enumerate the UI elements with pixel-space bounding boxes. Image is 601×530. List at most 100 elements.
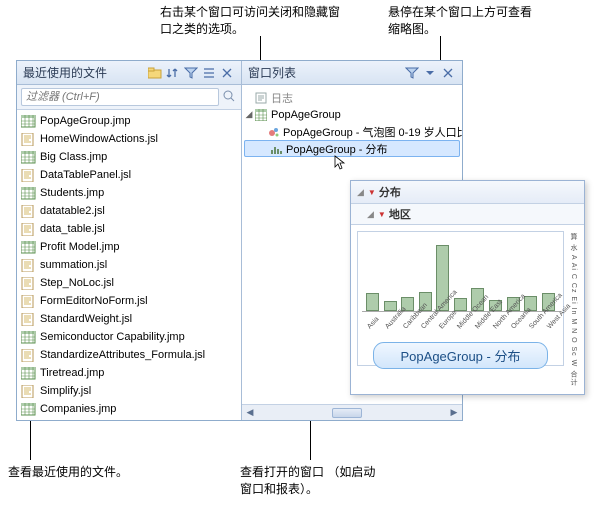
- file-icon: [21, 349, 36, 362]
- chart-xlabel: Caribbean: [402, 316, 416, 330]
- thumbnail-title: 分布: [379, 184, 401, 200]
- file-item[interactable]: DataTablePanel.jsl: [17, 166, 241, 184]
- file-item[interactable]: StandardWeight.jsl: [17, 310, 241, 328]
- filter-row: [17, 85, 241, 110]
- file-item[interactable]: Simplify.jsl: [17, 382, 241, 400]
- file-name: Semiconductor Capability.jmp: [40, 331, 185, 343]
- disclosure-icon[interactable]: ◢: [367, 209, 374, 220]
- file-item[interactable]: datatable2.jsl: [17, 202, 241, 220]
- file-name: Profit Model.jmp: [40, 241, 119, 253]
- file-name: Big Class.jmp: [40, 151, 107, 163]
- file-item[interactable]: Companies.jmp: [17, 400, 241, 418]
- tree-label: PopAgeGroup: [271, 109, 341, 121]
- close-panel-icon[interactable]: [219, 65, 235, 81]
- file-name: StandardizeAttributes_Formula.jsl: [40, 349, 205, 361]
- chart-xlabel: Europe: [438, 316, 452, 330]
- close-panel-icon[interactable]: [440, 65, 456, 81]
- tree-row-log[interactable]: 日志: [244, 89, 460, 106]
- file-item[interactable]: Students.jmp: [17, 184, 241, 202]
- hotspot-icon[interactable]: ▼: [378, 210, 386, 219]
- file-item[interactable]: Tiretread.jmp: [17, 364, 241, 382]
- file-item[interactable]: summation.jsl: [17, 256, 241, 274]
- filter-icon[interactable]: [404, 65, 420, 81]
- file-item[interactable]: FormEditorNoForm.jsl: [17, 292, 241, 310]
- thumbnail-preview: ◢ ▼ 分布 ◢ ▼ 地区 AsiaAustraliaCaribbeanCent…: [350, 180, 585, 395]
- sort-icon[interactable]: [165, 65, 181, 81]
- file-name: Students.jmp: [40, 187, 104, 199]
- filter-input[interactable]: [21, 88, 219, 106]
- search-icon[interactable]: [221, 88, 237, 104]
- recent-files-title: 最近使用的文件: [23, 64, 145, 81]
- datatable-icon: [254, 109, 268, 121]
- window-list-header: 窗口列表: [242, 61, 462, 85]
- chart-xlabel: Middle East: [474, 316, 488, 330]
- list-options-icon[interactable]: [201, 65, 217, 81]
- twisty-open-icon[interactable]: ◢: [244, 109, 254, 120]
- file-name: Tiretread.jmp: [40, 367, 104, 379]
- tree-row-child[interactable]: PopAgeGroup - 气泡图 0-19 岁人口比: [244, 123, 460, 140]
- chart-bar: [454, 298, 467, 311]
- log-icon: [254, 92, 268, 104]
- file-name: Simplify.jsl: [40, 385, 91, 397]
- open-folder-icon[interactable]: [147, 65, 163, 81]
- file-icon: [21, 403, 36, 416]
- file-icon: [21, 205, 36, 218]
- dropdown-icon[interactable]: [422, 65, 438, 81]
- file-name: data_table.jsl: [40, 223, 105, 235]
- callout-bottom-left: 查看最近使用的文件。: [8, 464, 128, 481]
- callout-line: [260, 36, 261, 60]
- file-icon: [21, 295, 36, 308]
- tree-row-root[interactable]: ◢ PopAgeGroup: [244, 106, 460, 123]
- chart-xlabel: Central America: [420, 316, 434, 330]
- file-name: Step_NoLoc.jsl: [40, 277, 114, 289]
- file-icon: [21, 331, 36, 344]
- file-name: summation.jsl: [40, 259, 107, 271]
- chart-xlabel: Oceania: [510, 316, 524, 330]
- file-item[interactable]: Semiconductor Capability.jmp: [17, 328, 241, 346]
- chart-xlabel: Asia: [367, 316, 381, 330]
- file-item[interactable]: HomeWindowActions.jsl: [17, 130, 241, 148]
- file-name: PopAgeGroup.jmp: [40, 115, 131, 127]
- file-icon: [21, 169, 36, 182]
- file-item[interactable]: PopAgeGroup.jmp: [17, 112, 241, 130]
- scroll-left-icon[interactable]: ◀: [242, 405, 258, 421]
- bubble-chart-icon: [268, 126, 280, 138]
- thumbnail-chart: AsiaAustraliaCaribbeanCentral AmericaEur…: [357, 231, 564, 366]
- file-name: Companies.jmp: [40, 403, 116, 415]
- file-icon: [21, 259, 36, 272]
- file-icon: [21, 277, 36, 290]
- scroll-right-icon[interactable]: ▶: [446, 405, 462, 421]
- file-icon: [21, 241, 36, 254]
- window-list-title: 窗口列表: [248, 64, 402, 81]
- file-item[interactable]: StandardizeAttributes_Formula.jsl: [17, 346, 241, 364]
- thumbnail-header: ◢ ▼ 分布: [351, 181, 584, 204]
- cursor-icon: [244, 155, 460, 171]
- distribution-icon: [269, 143, 283, 155]
- file-icon: [21, 115, 36, 128]
- callout-top-right: 悬停在某个窗口上方可查看 缩略图。: [388, 4, 568, 38]
- horizontal-scrollbar[interactable]: ◀ ▶: [242, 404, 462, 420]
- file-icon: [21, 151, 36, 164]
- file-name: FormEditorNoForm.jsl: [40, 295, 148, 307]
- chart-bar: [384, 301, 397, 311]
- tree-label: 日志: [271, 90, 293, 106]
- filter-icon[interactable]: [183, 65, 199, 81]
- scroll-thumb[interactable]: [332, 408, 362, 418]
- tree-label: PopAgeGroup - 分布: [286, 141, 388, 157]
- file-name: HomeWindowActions.jsl: [40, 133, 158, 145]
- hotspot-icon[interactable]: ▼: [368, 188, 376, 197]
- chart-bar: [366, 293, 379, 311]
- file-item[interactable]: Big Class.jmp: [17, 148, 241, 166]
- thumbnail-subtitle: 地区: [389, 206, 411, 222]
- file-icon: [21, 367, 36, 380]
- file-icon: [21, 133, 36, 146]
- disclosure-icon[interactable]: ◢: [357, 187, 364, 198]
- file-item[interactable]: data_table.jsl: [17, 220, 241, 238]
- file-icon: [21, 187, 36, 200]
- file-item[interactable]: Step_NoLoc.jsl: [17, 274, 241, 292]
- file-name: StandardWeight.jsl: [40, 313, 132, 325]
- file-icon: [21, 313, 36, 326]
- file-list[interactable]: PopAgeGroup.jmp HomeWindowActions.jsl Big …: [17, 110, 241, 420]
- file-item[interactable]: Profit Model.jmp: [17, 238, 241, 256]
- callout-bottom-right: 查看打开的窗口 （如启动 窗口和报表）。: [240, 464, 420, 498]
